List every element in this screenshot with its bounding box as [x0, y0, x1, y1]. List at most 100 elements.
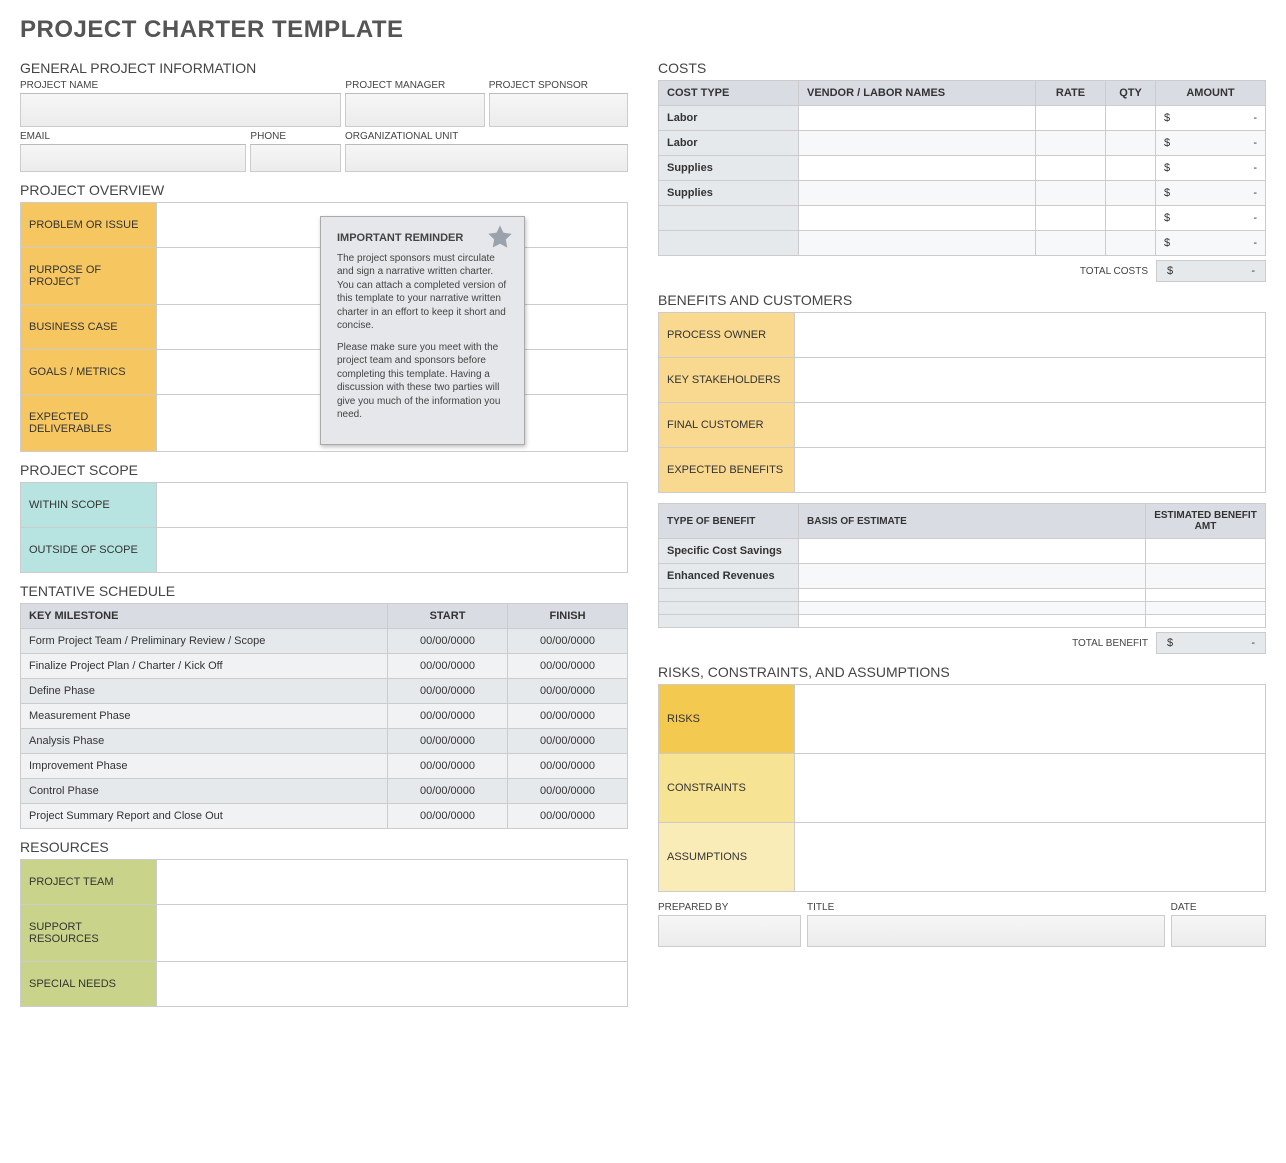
schedule-start[interactable]: 00/00/0000 — [388, 729, 508, 754]
schedule-milestone[interactable]: Analysis Phase — [21, 729, 388, 754]
schedule-milestone[interactable]: Improvement Phase — [21, 754, 388, 779]
label-project-sponsor: PROJECT SPONSOR — [489, 80, 628, 91]
schedule-title: TENTATIVE SCHEDULE — [20, 583, 628, 599]
cost-type[interactable]: Labor — [659, 131, 799, 156]
schedule-start[interactable]: 00/00/0000 — [388, 704, 508, 729]
cost-type[interactable]: Supplies — [659, 156, 799, 181]
input-stakeholders[interactable] — [795, 358, 1266, 403]
cost-qty[interactable] — [1106, 156, 1156, 181]
row-purpose: PURPOSE OF PROJECT — [21, 248, 157, 305]
benefit-type[interactable]: Enhanced Revenues — [659, 564, 799, 589]
benefit-estimate-table: TYPE OF BENEFIT BASIS OF ESTIMATE ESTIMA… — [658, 503, 1266, 628]
input-email[interactable] — [20, 144, 246, 172]
benefit-basis[interactable] — [799, 602, 1146, 615]
input-support[interactable] — [157, 905, 628, 962]
benefit-amt[interactable] — [1146, 615, 1266, 628]
general-info-title: GENERAL PROJECT INFORMATION — [20, 60, 628, 76]
cost-rate[interactable] — [1036, 231, 1106, 256]
cost-rate[interactable] — [1036, 156, 1106, 181]
schedule-start[interactable]: 00/00/0000 — [388, 629, 508, 654]
input-sig-title[interactable] — [807, 915, 1165, 947]
schedule-finish[interactable]: 00/00/0000 — [508, 679, 628, 704]
schedule-milestone[interactable]: Control Phase — [21, 779, 388, 804]
schedule-finish[interactable]: 00/00/0000 — [508, 804, 628, 829]
schedule-milestone[interactable]: Measurement Phase — [21, 704, 388, 729]
benefit-type[interactable] — [659, 602, 799, 615]
cost-qty[interactable] — [1106, 106, 1156, 131]
cost-qty[interactable] — [1106, 181, 1156, 206]
schedule-milestone[interactable]: Form Project Team / Preliminary Review /… — [21, 629, 388, 654]
benefit-basis[interactable] — [799, 564, 1146, 589]
cost-type[interactable] — [659, 231, 799, 256]
page-title: PROJECT CHARTER TEMPLATE — [20, 16, 1266, 44]
cost-vendor[interactable] — [799, 231, 1036, 256]
cost-vendor[interactable] — [799, 206, 1036, 231]
cost-vendor[interactable] — [799, 106, 1036, 131]
benefit-basis[interactable] — [799, 539, 1146, 564]
input-assumptions[interactable] — [795, 823, 1266, 892]
benefit-basis[interactable] — [799, 589, 1146, 602]
benefit-basis[interactable] — [799, 615, 1146, 628]
input-special[interactable] — [157, 962, 628, 1007]
input-project-manager[interactable] — [345, 93, 484, 127]
cost-qty[interactable] — [1106, 206, 1156, 231]
benefit-type[interactable] — [659, 589, 799, 602]
cost-vendor[interactable] — [799, 156, 1036, 181]
input-constraints[interactable] — [795, 754, 1266, 823]
row-deliverables: EXPECTED DELIVERABLES — [21, 395, 157, 452]
input-team[interactable] — [157, 860, 628, 905]
cost-amount: $- — [1156, 106, 1266, 131]
schedule-milestone[interactable]: Finalize Project Plan / Charter / Kick O… — [21, 654, 388, 679]
benefit-amt[interactable] — [1146, 589, 1266, 602]
risks-title: RISKS, CONSTRAINTS, AND ASSUMPTIONS — [658, 664, 1266, 680]
benefit-type[interactable] — [659, 615, 799, 628]
input-expected[interactable] — [795, 448, 1266, 493]
callout-title: IMPORTANT REMINDER — [337, 231, 508, 246]
input-project-name[interactable] — [20, 93, 341, 127]
cost-qty[interactable] — [1106, 231, 1156, 256]
input-outside-scope[interactable] — [157, 528, 628, 573]
schedule-start[interactable]: 00/00/0000 — [388, 804, 508, 829]
schedule-finish[interactable]: 00/00/0000 — [508, 729, 628, 754]
schedule-start[interactable]: 00/00/0000 — [388, 754, 508, 779]
schedule-milestone[interactable]: Project Summary Report and Close Out — [21, 804, 388, 829]
benefit-amt[interactable] — [1146, 602, 1266, 615]
cost-rate[interactable] — [1036, 206, 1106, 231]
total-benefit-value: $- — [1156, 632, 1266, 654]
input-prepared-by[interactable] — [658, 915, 801, 947]
input-customer[interactable] — [795, 403, 1266, 448]
cost-type[interactable]: Labor — [659, 106, 799, 131]
schedule-finish[interactable]: 00/00/0000 — [508, 704, 628, 729]
cost-qty[interactable] — [1106, 131, 1156, 156]
input-org-unit[interactable] — [345, 144, 628, 172]
cost-type[interactable]: Supplies — [659, 181, 799, 206]
cost-rate[interactable] — [1036, 131, 1106, 156]
schedule-finish[interactable]: 00/00/0000 — [508, 754, 628, 779]
schedule-start[interactable]: 00/00/0000 — [388, 654, 508, 679]
input-phone[interactable] — [250, 144, 341, 172]
cost-type[interactable] — [659, 206, 799, 231]
input-within-scope[interactable] — [157, 483, 628, 528]
benefits-table: PROCESS OWNER KEY STAKEHOLDERS FINAL CUS… — [658, 312, 1266, 493]
schedule-finish[interactable]: 00/00/0000 — [508, 654, 628, 679]
benefit-type[interactable]: Specific Cost Savings — [659, 539, 799, 564]
input-owner[interactable] — [795, 313, 1266, 358]
input-risks[interactable] — [795, 685, 1266, 754]
cost-vendor[interactable] — [799, 131, 1036, 156]
schedule-start[interactable]: 00/00/0000 — [388, 679, 508, 704]
schedule-start[interactable]: 00/00/0000 — [388, 779, 508, 804]
hdr-basis: BASIS OF ESTIMATE — [799, 504, 1146, 539]
total-costs-value: $- — [1156, 260, 1266, 282]
star-icon — [486, 223, 514, 251]
cost-rate[interactable] — [1036, 106, 1106, 131]
benefit-amt[interactable] — [1146, 539, 1266, 564]
schedule-finish[interactable]: 00/00/0000 — [508, 629, 628, 654]
cost-rate[interactable] — [1036, 181, 1106, 206]
cost-vendor[interactable] — [799, 181, 1036, 206]
benefit-amt[interactable] — [1146, 564, 1266, 589]
input-project-sponsor[interactable] — [489, 93, 628, 127]
schedule-finish[interactable]: 00/00/0000 — [508, 779, 628, 804]
callout-p1: The project sponsors must circulate and … — [337, 252, 508, 333]
input-sig-date[interactable] — [1171, 915, 1266, 947]
schedule-milestone[interactable]: Define Phase — [21, 679, 388, 704]
